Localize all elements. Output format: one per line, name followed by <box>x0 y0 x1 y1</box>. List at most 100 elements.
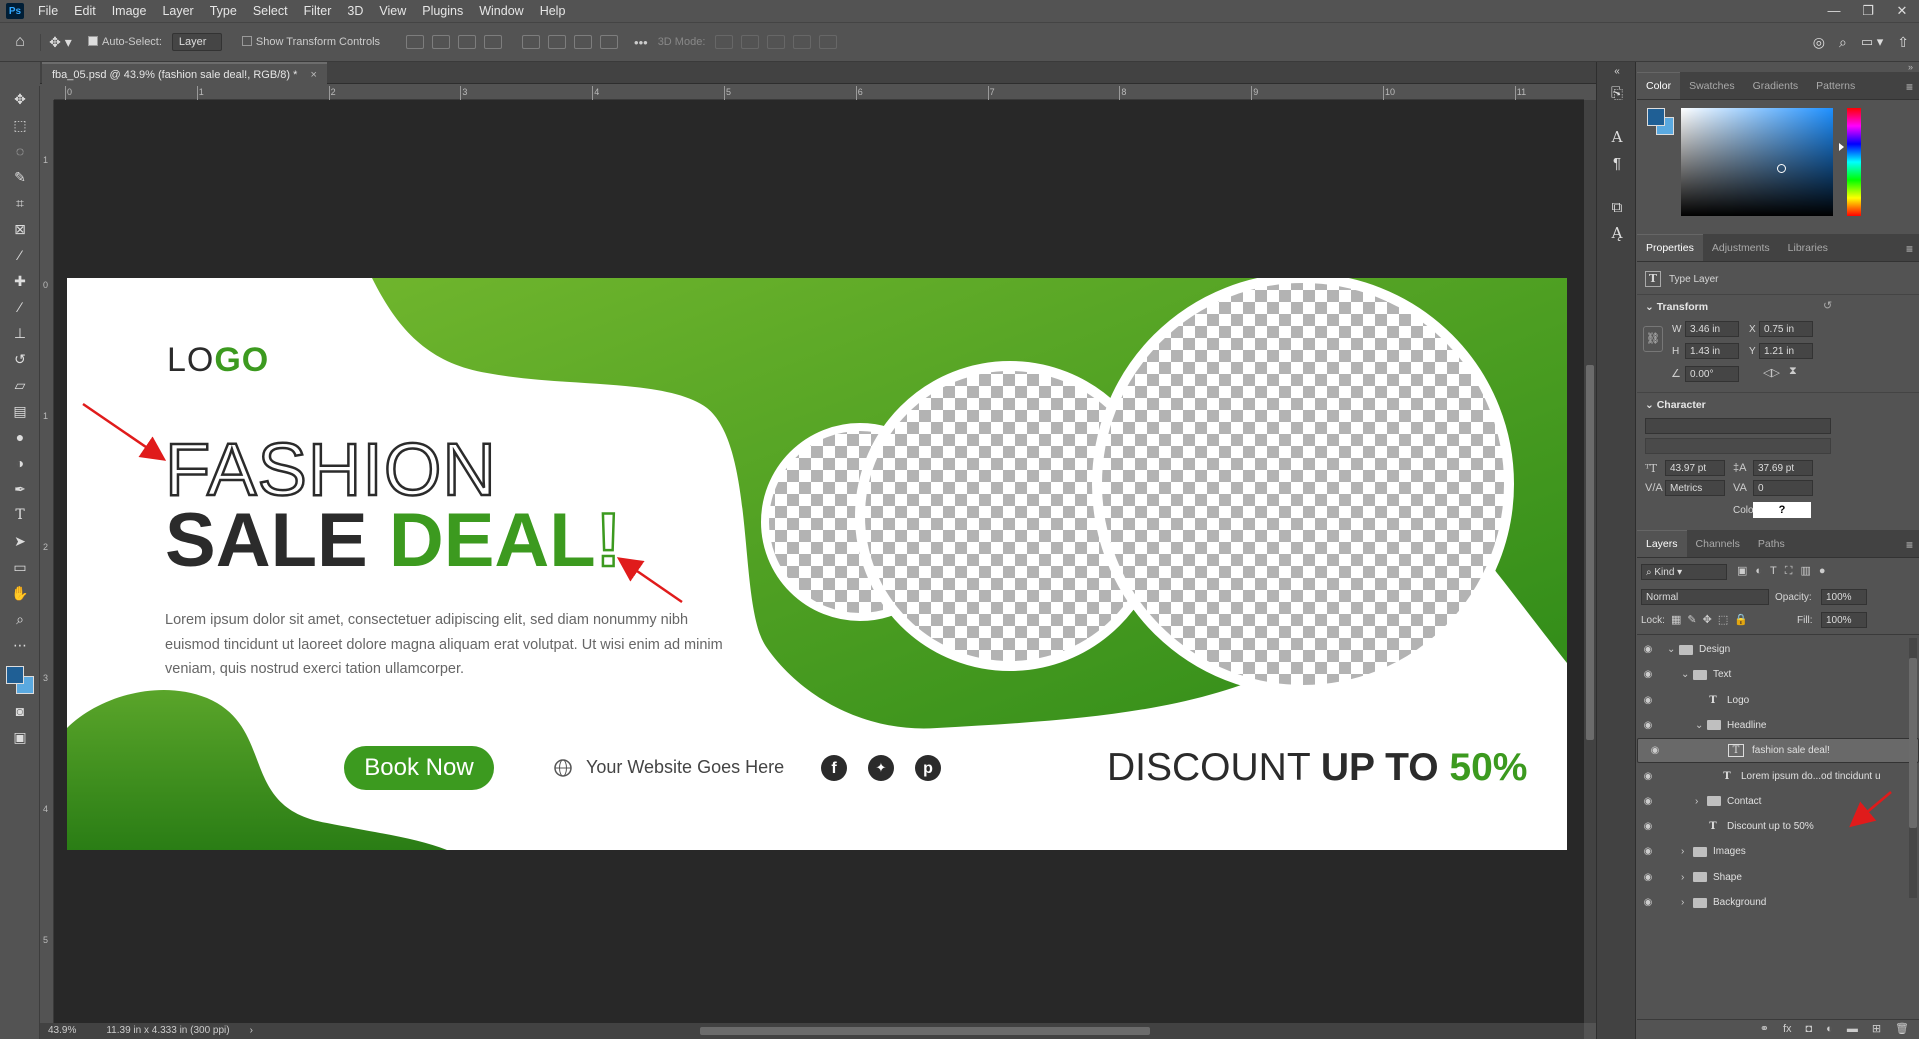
3d-slide-icon[interactable] <box>793 35 812 49</box>
fg-color-chip[interactable] <box>1647 108 1665 126</box>
ruler-tick-label: 1 <box>198 87 204 97</box>
document-tabs: fba_05.psd @ 43.9% (fashion sale deal!, … <box>40 62 1596 84</box>
pen-tool-icon[interactable]: ✒ <box>0 476 40 502</box>
window-controls: — ❐ ✕ <box>1817 0 1919 22</box>
menu-3d[interactable]: 3D <box>339 4 371 18</box>
menu-plugins[interactable]: Plugins <box>414 4 471 18</box>
close-tab-icon[interactable]: × <box>310 69 316 81</box>
align-top-icon[interactable] <box>522 35 541 49</box>
vertical-scroll-thumb[interactable] <box>1586 365 1594 740</box>
ruler-tick <box>1251 86 1253 100</box>
align-middle-icon[interactable] <box>548 35 567 49</box>
align-right-icon[interactable] <box>458 35 477 49</box>
move-tool-icon[interactable]: ✥ ▾ <box>40 33 80 51</box>
dodge-tool-icon[interactable]: ◑ <box>0 450 40 476</box>
ruler-tick-label: 4 <box>43 804 49 814</box>
ruler-tick-label: 10 <box>1385 87 1396 97</box>
3d-roll-icon[interactable] <box>741 35 760 49</box>
menu-file[interactable]: File <box>30 4 66 18</box>
vertical-ruler: 1 0 1 2 3 4 5 <box>40 100 54 1023</box>
layers-annotation-arrow <box>1849 791 1892 828</box>
foreground-color-swatch[interactable] <box>6 666 24 684</box>
ruler-tick <box>855 86 857 100</box>
ruler-tick-label: 3 <box>462 87 468 97</box>
menu-edit[interactable]: Edit <box>66 4 104 18</box>
document-tab[interactable]: fba_05.psd @ 43.9% (fashion sale deal!, … <box>42 62 327 84</box>
brush-tool-icon[interactable]: ∕ <box>0 294 40 320</box>
character-panel-icon[interactable]: A <box>1597 124 1637 150</box>
ruler-tick-label: 7 <box>989 87 995 97</box>
3d-orbit-icon[interactable] <box>715 35 734 49</box>
collapse-dock-icon[interactable]: « <box>1597 62 1637 80</box>
document-size: 11.39 in x 4.333 in (300 ppi) <box>106 1025 230 1036</box>
horizontal-ruler: 0 1 2 3 4 5 6 7 8 9 10 11 <box>54 86 1584 100</box>
minimize-button[interactable]: — <box>1817 0 1851 22</box>
home-icon[interactable]: ⌂ <box>0 33 40 51</box>
align-left-icon[interactable] <box>406 35 425 49</box>
3d-pan-icon[interactable] <box>767 35 786 49</box>
auto-select-checkbox[interactable]: Auto-Select: <box>88 36 162 48</box>
ruler-tick <box>592 86 594 100</box>
more-options-button[interactable]: ••• <box>634 35 648 50</box>
share-icon[interactable]: ⇧ <box>1897 34 1909 51</box>
distribute-vertical-icon[interactable] <box>600 35 619 49</box>
menu-help[interactable]: Help <box>532 4 574 18</box>
path-select-icon[interactable]: ➤ <box>0 528 40 554</box>
auto-select-dropdown[interactable]: Layer <box>171 33 222 51</box>
history-panel-icon[interactable]: ⎘ <box>1597 80 1637 106</box>
menu-view[interactable]: View <box>371 4 414 18</box>
status-arrow-icon[interactable]: › <box>250 1023 253 1039</box>
frame-tool-icon[interactable]: ⊠ <box>0 216 40 242</box>
close-window-button[interactable]: ✕ <box>1885 0 1919 22</box>
zoom-level[interactable]: 43.9% <box>48 1023 76 1039</box>
quick-select-tool-icon[interactable]: ✎ <box>0 164 40 190</box>
glyphs-panel-icon[interactable]: Ą <box>1597 220 1637 246</box>
align-bottom-icon[interactable] <box>574 35 593 49</box>
quick-mask-icon[interactable]: ◙ <box>0 698 40 724</box>
menu-window[interactable]: Window <box>471 4 531 18</box>
3d-mode-label: 3D Mode: <box>657 36 706 48</box>
paragraph-panel-icon[interactable]: ¶ <box>1597 150 1637 176</box>
marquee-tool-icon[interactable]: ⬚ <box>0 112 40 138</box>
ruler-tick-label: 6 <box>857 87 863 97</box>
ruler-tick-label: 2 <box>43 542 49 552</box>
menu-image[interactable]: Image <box>104 4 155 18</box>
align-center-icon[interactable] <box>432 35 451 49</box>
healing-tool-icon[interactable]: ✚ <box>0 268 40 294</box>
clone-source-icon[interactable]: ⧉ <box>1597 194 1637 220</box>
type-tool-icon[interactable]: T <box>0 502 40 528</box>
hand-tool-icon[interactable]: ✋ <box>0 580 40 606</box>
restore-button[interactable]: ❐ <box>1851 0 1885 22</box>
panel-dock: « ⎘ A ¶ ⧉ Ą <box>1596 62 1636 1039</box>
ruler-tick-label: 3 <box>43 673 49 683</box>
eyedropper-tool-icon[interactable]: ⁄ <box>0 242 40 268</box>
menu-select[interactable]: Select <box>245 4 296 18</box>
menu-type[interactable]: Type <box>202 4 245 18</box>
blur-tool-icon[interactable]: ● <box>0 424 40 450</box>
menu-bar: Ps File Edit Image Layer Type Select Fil… <box>0 0 1919 22</box>
gradient-tool-icon[interactable]: ▤ <box>0 398 40 424</box>
move-tool-icon[interactable]: ✥ <box>0 86 40 112</box>
distribute-icon[interactable] <box>484 35 503 49</box>
menu-layer[interactable]: Layer <box>154 4 201 18</box>
lasso-tool-icon[interactable]: ◌ <box>0 138 40 164</box>
transform-controls-checkbox[interactable]: Show Transform Controls <box>241 36 380 48</box>
ruler-tick-label: 1 <box>43 411 49 421</box>
history-brush-icon[interactable]: ↺ <box>0 346 40 372</box>
ruler-tick <box>1119 86 1121 100</box>
eraser-tool-icon[interactable]: ▱ <box>0 372 40 398</box>
rectangle-tool-icon[interactable]: ▭ <box>0 554 40 580</box>
3d-scale-icon[interactable] <box>819 35 838 49</box>
ruler-tick-label: 0 <box>67 87 73 97</box>
share-user-icon[interactable]: ◎ <box>1813 34 1825 51</box>
workspace-icon[interactable]: ▭ ▾ <box>1861 34 1883 50</box>
stamp-tool-icon[interactable]: ⊥ <box>0 320 40 346</box>
more-tools-icon[interactable]: ⋯ <box>0 632 40 658</box>
horizontal-scroll-thumb[interactable] <box>700 1027 1150 1035</box>
menu-filter[interactable]: Filter <box>296 4 340 18</box>
color-swatches[interactable] <box>0 658 40 698</box>
search-icon[interactable]: ⌕ <box>1839 34 1847 51</box>
screen-mode-icon[interactable]: ▣ <box>0 724 40 750</box>
zoom-tool-icon[interactable]: ⌕ <box>0 606 40 632</box>
crop-tool-icon[interactable]: ⌗ <box>0 190 40 216</box>
